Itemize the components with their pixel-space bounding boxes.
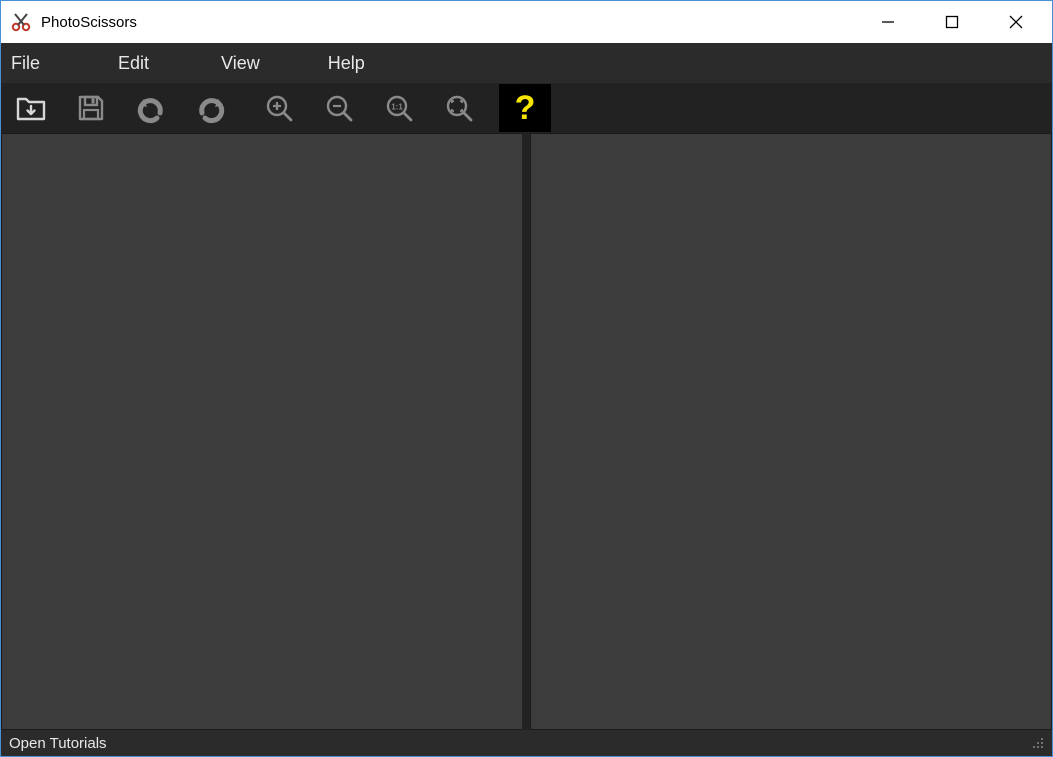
- statusbar: Open Tutorials: [1, 730, 1052, 756]
- window-title: PhotoScissors: [41, 14, 856, 31]
- open-button[interactable]: [7, 84, 55, 132]
- window-controls: [856, 1, 1048, 43]
- menu-file[interactable]: File: [5, 53, 58, 74]
- maximize-button[interactable]: [920, 1, 984, 43]
- menubar: File Edit View Help: [1, 43, 1052, 83]
- menu-help[interactable]: Help: [310, 53, 383, 74]
- zoom-fit-icon: [443, 92, 475, 124]
- resize-grip-icon[interactable]: [1030, 735, 1044, 751]
- menu-edit[interactable]: Edit: [100, 53, 167, 74]
- question-icon: ?: [515, 91, 536, 125]
- undo-button[interactable]: [127, 84, 175, 132]
- statusbar-text[interactable]: Open Tutorials: [9, 735, 107, 752]
- zoom-actual-button[interactable]: 1:1: [375, 84, 423, 132]
- close-button[interactable]: [984, 1, 1048, 43]
- titlebar: PhotoScissors: [1, 1, 1052, 43]
- zoom-fit-button[interactable]: [435, 84, 483, 132]
- result-pane[interactable]: [530, 133, 1052, 730]
- zoom-out-button[interactable]: [315, 84, 363, 132]
- source-pane[interactable]: [1, 133, 522, 730]
- save-icon: [75, 92, 107, 124]
- app-icon: [9, 10, 33, 34]
- zoom-in-icon: [263, 92, 295, 124]
- redo-icon: [194, 91, 228, 125]
- undo-icon: [134, 91, 168, 125]
- svg-text:1:1: 1:1: [391, 103, 403, 112]
- zoom-out-icon: [323, 92, 355, 124]
- menu-view[interactable]: View: [203, 53, 278, 74]
- redo-button[interactable]: [187, 84, 235, 132]
- save-button[interactable]: [67, 84, 115, 132]
- help-button[interactable]: ?: [499, 84, 551, 132]
- zoom-in-button[interactable]: [255, 84, 303, 132]
- minimize-button[interactable]: [856, 1, 920, 43]
- toolbar: 1:1 ?: [1, 83, 1052, 133]
- zoom-actual-icon: 1:1: [383, 92, 415, 124]
- pane-divider[interactable]: [522, 133, 530, 730]
- folder-open-icon: [14, 91, 48, 125]
- workspace: [1, 133, 1052, 730]
